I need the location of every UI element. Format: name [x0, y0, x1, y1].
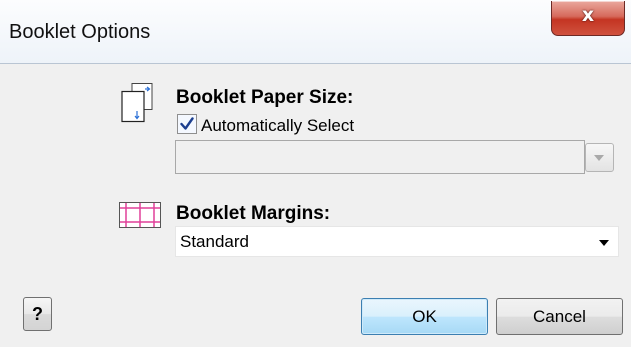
chevron-down-icon [594, 155, 604, 161]
paper-size-icon [121, 83, 153, 123]
close-x-icon: x [581, 4, 595, 26]
checkmark-icon [180, 117, 194, 130]
window-title: Booklet Options [9, 21, 151, 43]
margins-combobox[interactable]: Standard [175, 226, 619, 257]
close-button[interactable]: x [551, 1, 625, 36]
ok-button[interactable]: OK [361, 298, 488, 335]
paper-size-combobox [175, 140, 585, 174]
margins-grid-icon [119, 202, 161, 228]
auto-select-checkbox[interactable] [177, 114, 197, 134]
cancel-button[interactable]: Cancel [496, 298, 623, 335]
title-bar: Booklet Options x [0, 0, 631, 63]
help-button[interactable]: ? [23, 297, 52, 331]
chevron-down-icon[interactable] [599, 240, 609, 246]
paper-size-dropdown-button [585, 143, 614, 172]
margins-value: Standard [180, 232, 249, 251]
margins-label: Booklet Margins: [176, 203, 331, 224]
paper-size-label: Booklet Paper Size: [176, 87, 354, 108]
auto-select-label[interactable]: Automatically Select [201, 116, 354, 136]
